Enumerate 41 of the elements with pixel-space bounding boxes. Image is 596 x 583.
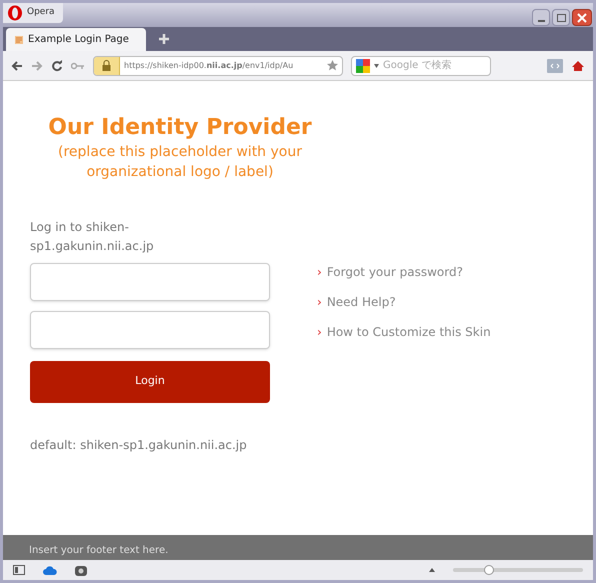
help-link[interactable]: How to Customize this Skin [326, 324, 491, 340]
default-note: default: shiken-sp1.gakunin.nii.ac.jp [30, 436, 248, 454]
close-button[interactable] [572, 9, 592, 26]
opera-label: Opera [27, 6, 55, 20]
login-button[interactable]: Login [30, 360, 270, 402]
help-link[interactable]: Forgot your password? [326, 264, 463, 280]
reload-icon[interactable] [51, 60, 63, 72]
cloud-icon[interactable] [43, 566, 57, 574]
placeholder-note: (replace this placeholder with your organizational logo / label) [57, 142, 303, 182]
zoom-slider[interactable] [453, 564, 583, 576]
minimize-button[interactable] [532, 9, 550, 26]
browser-tab[interactable]: Example Login Page [6, 28, 146, 51]
plus-icon [159, 34, 169, 44]
footer-text: Insert your footer text here. [29, 544, 168, 558]
maximize-button[interactable] [552, 9, 570, 26]
opera-logo-icon [7, 5, 23, 21]
star-icon[interactable] [327, 60, 338, 71]
opera-menu-button[interactable]: Opera [3, 3, 63, 23]
address-field[interactable]: https://shiken-idp00.nii.ac.jp/env1/idp/Au [93, 56, 343, 76]
search-box[interactable]: Google で検索 [351, 56, 491, 76]
chevron-marker: › [317, 294, 322, 310]
lock-icon [102, 60, 111, 71]
close-icon [577, 12, 587, 22]
triangle-icon[interactable] [429, 568, 435, 572]
help-link[interactable]: Need Help? [326, 294, 396, 310]
panel-toggle-icon[interactable] [13, 565, 25, 575]
url-text: https://shiken-idp00.nii.ac.jp/env1/idp/Au [123, 60, 294, 72]
search-engine-icon [356, 58, 370, 72]
caret-icon [374, 64, 379, 68]
back-icon[interactable] [11, 60, 23, 70]
new-tab-button[interactable] [158, 33, 170, 45]
speed-dial-icon[interactable] [75, 564, 87, 576]
password-field[interactable] [30, 310, 270, 348]
provider-heading: Our Identity Provider [48, 114, 312, 142]
chevron-marker: › [317, 264, 322, 280]
username-field[interactable] [30, 262, 270, 300]
zoom-slider-thumb[interactable] [484, 565, 494, 575]
chevron-marker: › [317, 324, 322, 340]
page-icon [14, 34, 24, 44]
login-prompt: Log in to shiken-sp1.gakunin.nii.ac.jp [30, 218, 155, 254]
search-field[interactable]: Google で検索 [383, 58, 478, 73]
